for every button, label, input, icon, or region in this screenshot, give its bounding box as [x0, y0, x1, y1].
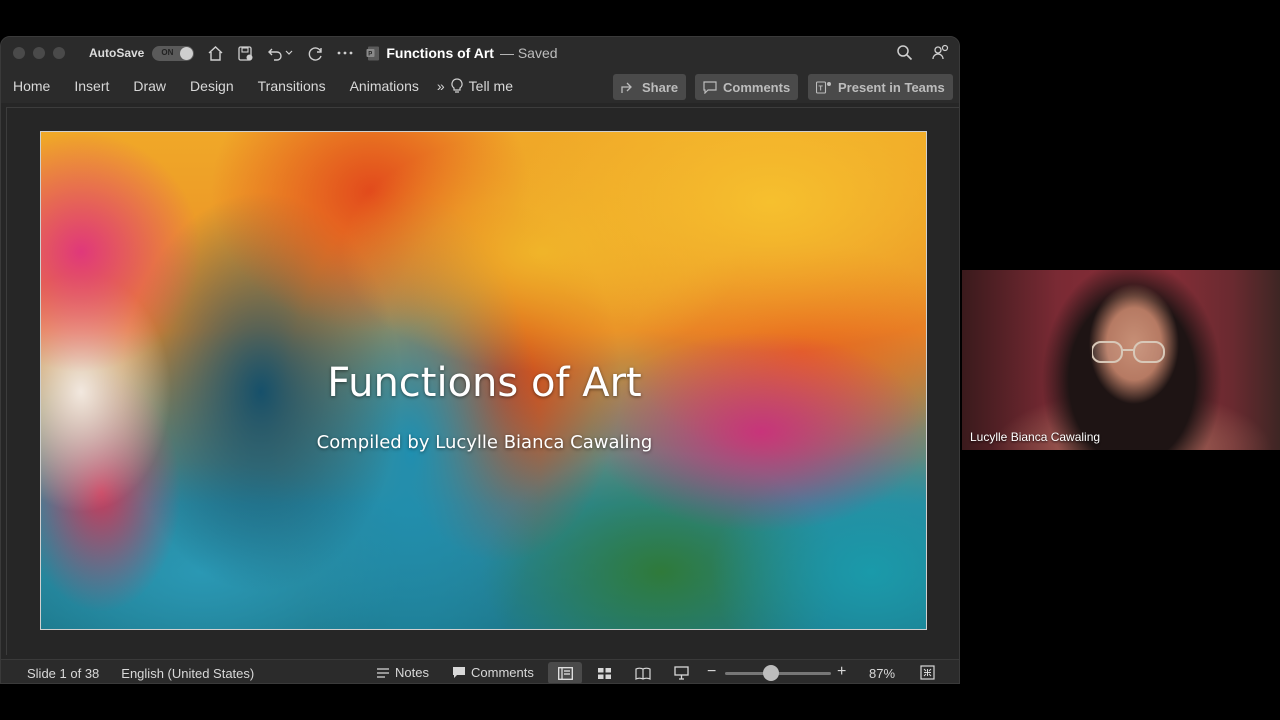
tab-transitions[interactable]: Transitions [246, 78, 338, 94]
teams-icon: T [816, 80, 831, 94]
autosave-label: AutoSave [89, 46, 145, 60]
tab-home[interactable]: Home [1, 78, 62, 94]
tab-design[interactable]: Design [178, 78, 246, 94]
account-share-icon[interactable] [931, 44, 949, 66]
ribbon-tabs: Home Insert Draw Design Transitions Anim… [1, 69, 959, 103]
fit-to-window-icon[interactable] [920, 665, 935, 683]
zoom-window-button[interactable] [53, 47, 65, 59]
comment-icon [453, 667, 465, 678]
tab-insert[interactable]: Insert [62, 78, 121, 94]
slide-sorter-view-button[interactable] [587, 662, 621, 683]
glasses-illustration [1092, 341, 1165, 363]
minimize-window-button[interactable] [33, 47, 45, 59]
comment-icon [703, 80, 717, 94]
tell-me-label: Tell me [468, 78, 514, 94]
undo-icon[interactable] [266, 44, 284, 62]
zoom-slider-handle[interactable] [763, 665, 779, 681]
status-comments-button[interactable]: Comments [452, 665, 534, 680]
participant-video-tile[interactable]: Lucylle Bianca Cawaling [962, 270, 1280, 450]
svg-text:T: T [819, 85, 824, 92]
slide-canvas[interactable]: Functions of Art Compiled by Lucylle Bia… [1, 103, 959, 659]
tab-draw[interactable]: Draw [121, 78, 178, 94]
notes-icon [377, 667, 389, 678]
grid-view-icon [597, 667, 611, 679]
notes-button[interactable]: Notes [376, 665, 429, 680]
share-button[interactable]: Share [613, 74, 687, 100]
status-bar: Slide 1 of 38 English (United States) No… [1, 659, 959, 683]
more-icon[interactable] [336, 44, 354, 62]
book-icon [635, 667, 651, 680]
search-icon[interactable] [896, 44, 913, 66]
document-title[interactable]: P Functions of Art — Saved [366, 45, 558, 61]
svg-text:P: P [369, 51, 373, 57]
presentation-icon [673, 666, 689, 680]
home-icon[interactable] [206, 44, 224, 62]
zoom-out-icon[interactable]: − [707, 663, 716, 681]
slide-position: Slide 1 of 38 [27, 666, 100, 681]
normal-view-icon [557, 666, 573, 680]
normal-view-button[interactable] [548, 662, 582, 683]
participant-name: Lucylle Bianca Cawaling [970, 430, 1101, 444]
lightbulb-icon [451, 78, 463, 93]
more-tabs-chevron-icon[interactable]: » [431, 78, 449, 94]
share-icon [621, 82, 632, 93]
slideshow-button[interactable] [664, 662, 698, 683]
tell-me-box[interactable]: Tell me [451, 78, 513, 94]
powerpoint-window: AutoSave ON P Functions of Art — Saved H… [0, 36, 960, 684]
slide-1[interactable]: Functions of Art Compiled by Lucylle Bia… [40, 131, 927, 630]
window-controls [13, 47, 65, 59]
title-bar: AutoSave ON P Functions of Art — Saved [1, 37, 959, 69]
powerpoint-file-icon: P [366, 46, 380, 60]
tab-animations[interactable]: Animations [338, 78, 431, 94]
slide-title[interactable]: Functions of Art [41, 360, 926, 406]
language-indicator[interactable]: English (United States) [121, 666, 254, 681]
undo-dropdown-chevron-icon[interactable] [284, 44, 294, 62]
document-name: Functions of Art [386, 45, 494, 61]
zoom-in-icon[interactable]: + [837, 663, 846, 681]
document-status: — Saved [499, 45, 558, 61]
redo-icon[interactable] [306, 44, 324, 62]
close-window-button[interactable] [13, 47, 25, 59]
slide-subtitle[interactable]: Compiled by Lucylle Bianca Cawaling [41, 432, 926, 453]
comments-button[interactable]: Comments [695, 74, 799, 100]
present-in-teams-button[interactable]: T Present in Teams [808, 74, 953, 100]
zoom-level[interactable]: 87% [869, 666, 895, 681]
save-icon[interactable] [236, 44, 254, 62]
reading-view-button[interactable] [626, 662, 660, 683]
autosave-toggle[interactable]: ON [152, 45, 195, 61]
